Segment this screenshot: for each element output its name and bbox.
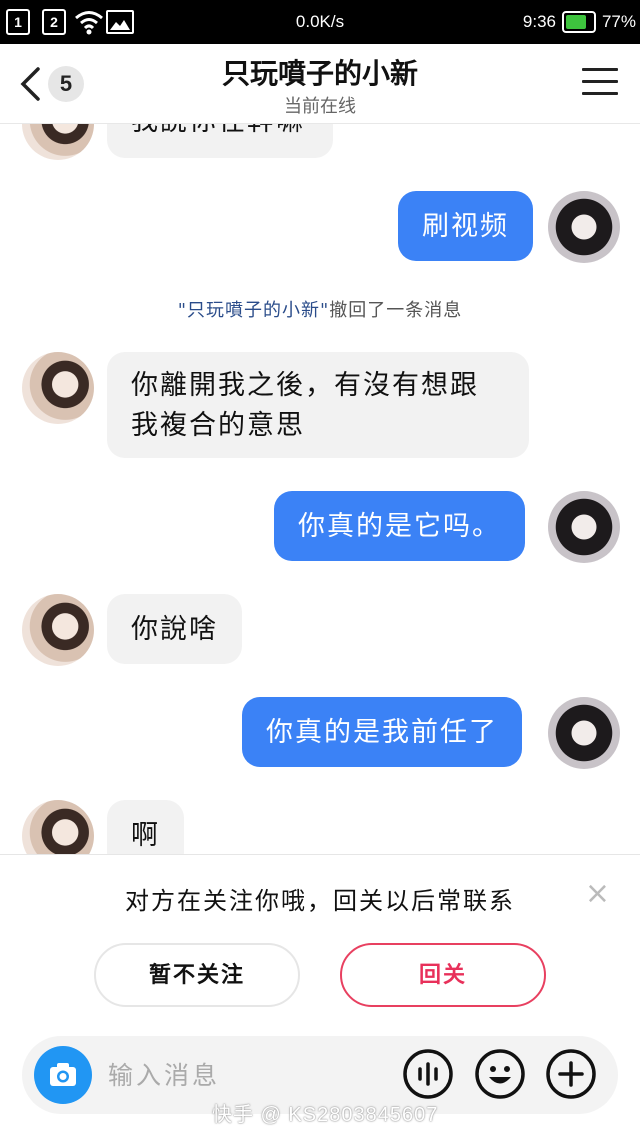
recall-notice-name: "只玩噴子的小新" [177, 300, 330, 321]
message-line: 我複合的意思 [131, 410, 305, 441]
chat-header: 5 只玩噴子的小新 当前在线 [0, 44, 640, 124]
online-status: 当前在线 [284, 96, 356, 117]
clock: 9:36 [522, 12, 556, 31]
incoming-message[interactable]: 我說你在幹嘛 [107, 124, 333, 158]
my-avatar[interactable] [548, 491, 620, 563]
message-list[interactable]: 我說你在幹嘛 刷视频 "只玩噴子的小新"撤回了一条消息 你離開我之後，有沒有想跟… [0, 124, 640, 854]
recall-notice: "只玩噴子的小新"撤回了一条消息 [0, 296, 640, 322]
recall-notice-text: 撤回了一条消息 [329, 300, 463, 321]
battery-icon [562, 11, 596, 33]
camera-icon [50, 1063, 76, 1086]
my-avatar[interactable] [548, 191, 620, 263]
message-line: 你離開我之後，有沒有想跟 [131, 370, 479, 401]
incoming-message[interactable]: 啊 [107, 800, 184, 854]
not-follow-button[interactable]: 暂不关注 [94, 943, 300, 1007]
contact-avatar[interactable] [22, 124, 94, 160]
battery-percent: 77% [601, 12, 636, 31]
watermark: 快手 @ KS2803845607 [212, 1104, 439, 1126]
follow-prompt: 对方在关注你哦，回关以后常联系 × 暂不关注 回关 [0, 854, 640, 1030]
contact-name: 只玩噴子的小新 [221, 57, 418, 90]
emoji-icon[interactable] [474, 1048, 526, 1100]
close-icon[interactable]: × [585, 879, 610, 909]
contact-avatar[interactable] [22, 594, 94, 666]
incoming-message[interactable]: 你離開我之後，有沒有想跟 我複合的意思 [107, 352, 529, 458]
contact-avatar[interactable] [22, 352, 94, 424]
outgoing-message[interactable]: 你真的是我前任了 [242, 697, 522, 767]
follow-back-button[interactable]: 回关 [340, 943, 546, 1007]
camera-button[interactable] [34, 1046, 92, 1104]
message-input[interactable] [108, 1050, 398, 1100]
plus-icon[interactable] [545, 1048, 597, 1100]
voice-icon[interactable] [402, 1048, 454, 1100]
status-bar: 1 2 0.0K/s 9:36 77% [0, 0, 640, 44]
menu-icon[interactable] [582, 68, 618, 98]
incoming-message[interactable]: 你說啥 [107, 594, 242, 664]
my-avatar[interactable] [548, 697, 620, 769]
outgoing-message[interactable]: 你真的是它吗。 [274, 491, 525, 561]
contact-avatar[interactable] [22, 800, 94, 854]
follow-prompt-text: 对方在关注你哦，回关以后常联系 [125, 887, 515, 915]
outgoing-message[interactable]: 刷视频 [398, 191, 533, 261]
